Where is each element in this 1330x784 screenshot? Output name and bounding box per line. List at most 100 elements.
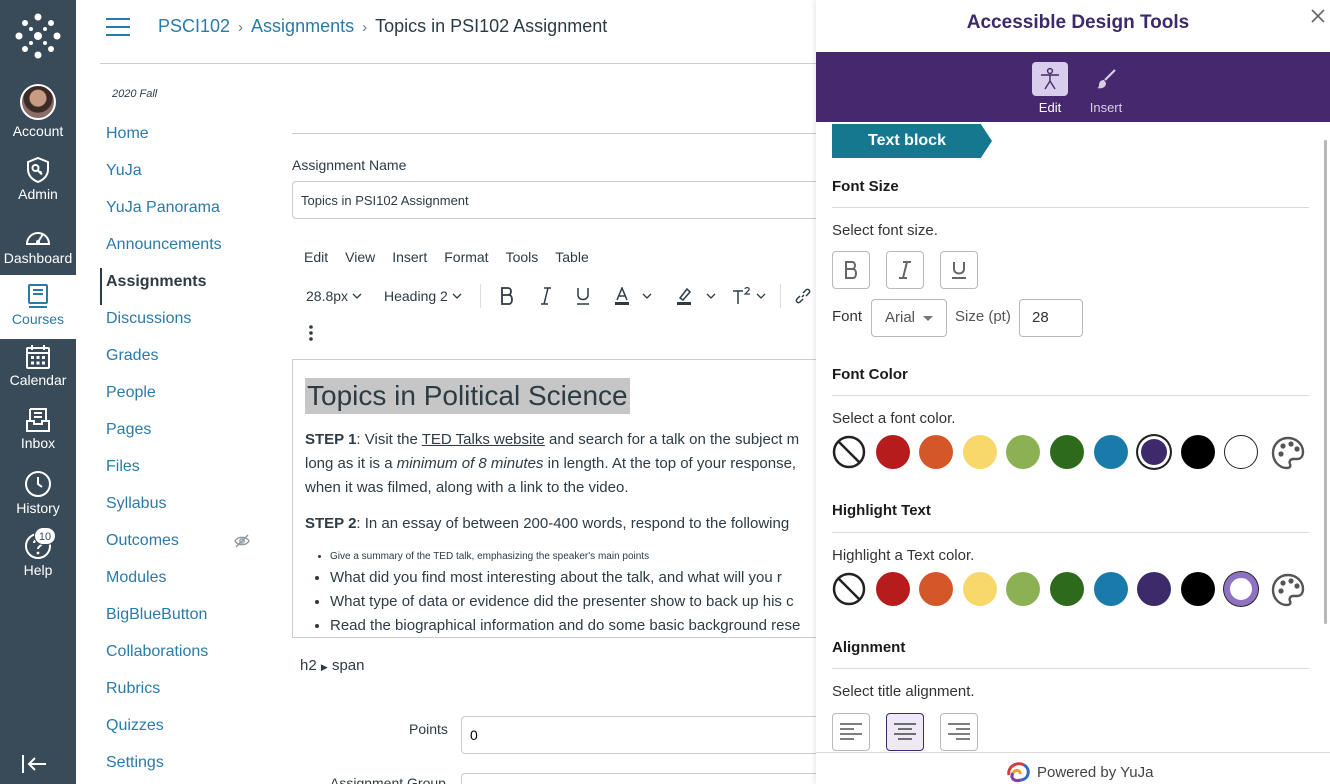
font-color-swatch[interactable] [1093,435,1128,469]
course-nav-quizzes[interactable]: Quizzes [100,712,270,749]
underline-format-button[interactable] [940,251,978,289]
course-nav-collaborations[interactable]: Collaborations [100,638,270,675]
global-nav-calendar[interactable]: Calendar [0,344,76,406]
menu-view[interactable]: View [345,249,375,265]
font-color-swatch[interactable] [1137,435,1172,469]
menu-format[interactable]: Format [444,249,488,265]
panel-scroll-area: Text block Font Size Select font size. F… [816,122,1330,752]
global-nav-label: History [16,500,60,516]
align-center-button[interactable] [886,713,924,751]
step1-label: STEP 1 [305,431,357,448]
align-left-icon [840,723,862,740]
text-color-button[interactable] [614,284,652,308]
course-nav-pages[interactable]: Pages [100,416,270,453]
menu-tools[interactable]: Tools [506,249,539,265]
global-nav-inbox[interactable]: Inbox [0,407,76,469]
global-nav-account[interactable]: Account [0,84,76,146]
path-h2[interactable]: h2 [300,657,317,674]
highlight-color-swatch[interactable] [1137,572,1172,606]
breadcrumb-assignments-link[interactable]: Assignments [251,16,354,36]
global-nav-courses[interactable]: Courses [0,275,76,339]
breadcrumb-course-link[interactable]: PSCI102 [158,16,230,36]
course-nav-yuja-panorama[interactable]: YuJa Panorama [100,194,270,231]
font-color-swatch[interactable] [875,435,910,469]
canvas-logo-icon[interactable] [10,12,66,60]
highlight-color-custom-palette-icon[interactable] [1270,572,1305,607]
bold-button[interactable] [500,284,514,308]
course-nav-bigbluebutton[interactable]: BigBlueButton [100,601,270,638]
assignment-group-select[interactable] [461,773,841,784]
global-nav-help[interactable]: 10 Help [0,527,76,594]
editor-heading[interactable]: Topics in Political Science [305,378,630,414]
italic-icon [541,287,551,305]
italic-format-button[interactable] [886,251,924,289]
bold-icon [501,287,513,305]
course-nav-assignments[interactable]: Assignments [100,268,270,305]
tab-insert[interactable]: Insert [1078,62,1134,115]
more-vertical-icon[interactable] [308,324,314,342]
panel-scrollbar[interactable] [1324,140,1327,624]
align-right-button[interactable] [940,713,978,751]
highlight-color-swatch[interactable] [1180,572,1215,606]
font-color-swatch[interactable] [1006,435,1041,469]
font-size-dropdown[interactable]: 28.8px [306,284,362,308]
highlight-color-none-swatch[interactable] [832,572,866,606]
font-color-swatch[interactable] [1224,435,1259,469]
font-color-swatch[interactable] [962,435,997,469]
highlight-color-swatch[interactable] [1050,572,1084,606]
close-icon[interactable] [1310,8,1326,24]
highlight-color-swatch[interactable] [919,572,954,606]
path-span[interactable]: span [332,657,365,674]
bold-format-button[interactable] [832,251,870,289]
block-format-dropdown[interactable]: Heading 2 [384,284,462,308]
course-nav-home[interactable]: Home [100,120,270,157]
highlight-color-swatch[interactable] [1006,572,1041,606]
assignment-name-label: Assignment Name [292,157,407,173]
font-color-swatch[interactable] [919,435,954,469]
highlight-color-swatch[interactable] [1093,572,1128,606]
font-size-input[interactable]: 28 [1019,299,1083,337]
points-input[interactable] [461,716,841,754]
menu-insert[interactable]: Insert [392,249,427,265]
font-color-swatch[interactable] [1180,435,1215,469]
text-block-tag: Text block [832,124,992,158]
italic-button[interactable] [540,284,552,308]
collapse-nav-icon[interactable] [20,752,48,776]
inbox-icon [26,408,50,432]
course-nav-modules[interactable]: Modules [100,564,270,601]
course-nav-announcements[interactable]: Announcements [100,231,270,268]
global-nav-history[interactable]: History [0,470,76,532]
assignment-name-input[interactable] [292,181,832,219]
link-button[interactable] [794,284,812,308]
paintbrush-icon [1088,62,1124,96]
course-nav-files[interactable]: Files [100,453,270,490]
course-nav-outcomes[interactable]: Outcomes [100,527,270,564]
tab-edit[interactable]: Edit [1022,62,1078,115]
ted-talks-link[interactable]: TED Talks website [422,431,545,448]
align-left-button[interactable] [832,713,870,751]
menu-table[interactable]: Table [555,249,588,265]
course-nav-syllabus[interactable]: Syllabus [100,490,270,527]
highlight-color-swatch[interactable] [875,572,910,606]
hamburger-menu-icon[interactable] [106,16,130,38]
course-nav-discussions[interactable]: Discussions [100,305,270,342]
superscript-button[interactable] [732,284,766,308]
menu-edit[interactable]: Edit [304,249,328,265]
course-nav-yuja[interactable]: YuJa [100,157,270,194]
panel-footer: Powered by YuJa [816,752,1330,784]
list-item: Give a summary of the TED talk, emphasiz… [330,548,831,566]
font-color-none-swatch[interactable] [832,435,866,469]
rich-text-editor[interactable]: Topics in Political Science STEP 1: Visi… [292,359,832,638]
underline-button[interactable] [576,284,590,308]
course-nav-grades[interactable]: Grades [100,342,270,379]
course-nav-rubrics[interactable]: Rubrics [100,675,270,712]
course-nav-settings[interactable]: Settings [100,749,270,784]
highlight-color-swatch[interactable] [1224,572,1259,606]
course-nav-people[interactable]: People [100,379,270,416]
highlight-color-swatch[interactable] [962,572,997,606]
global-nav-admin[interactable]: Admin [0,156,76,218]
highlight-color-button[interactable] [676,284,716,308]
font-color-swatch[interactable] [1050,435,1084,469]
font-select[interactable]: Arial [871,299,947,337]
font-color-custom-palette-icon[interactable] [1270,435,1305,470]
